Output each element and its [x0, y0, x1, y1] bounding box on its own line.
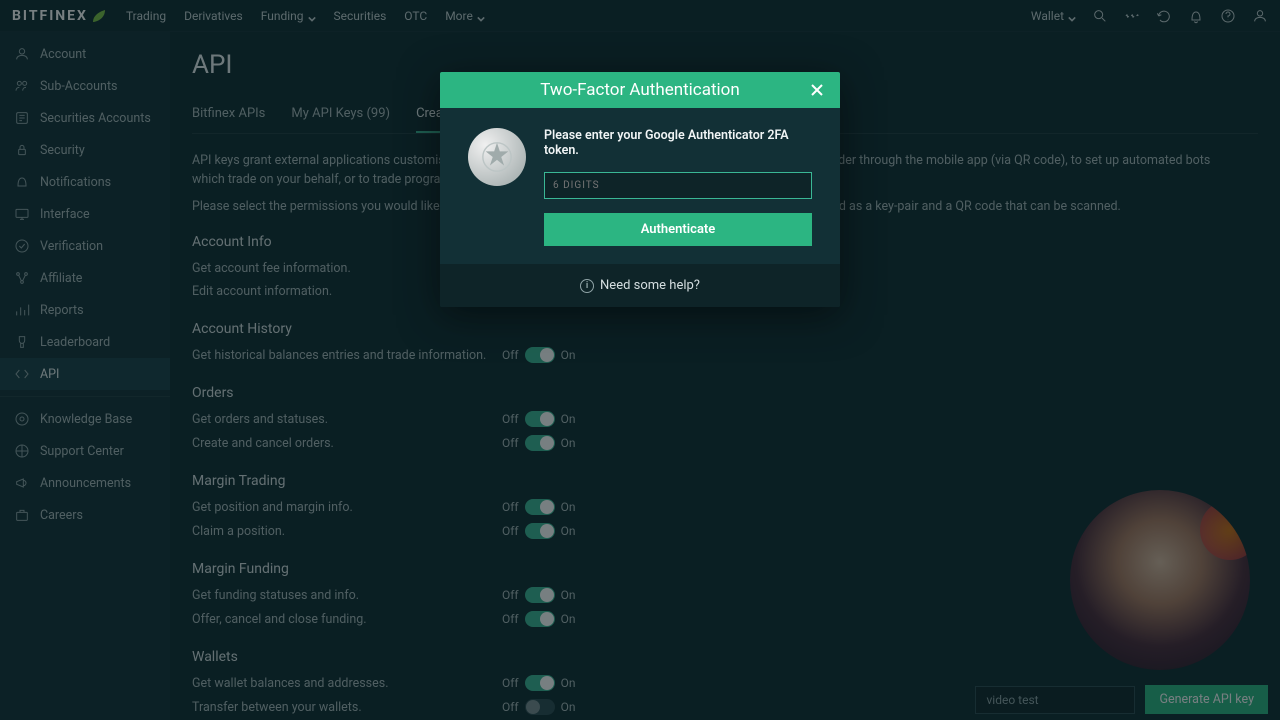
- modal-help-link[interactable]: i Need some help?: [440, 264, 840, 307]
- help-text: Need some help?: [600, 278, 700, 293]
- close-icon[interactable]: [808, 81, 826, 99]
- authenticate-button[interactable]: Authenticate: [544, 213, 812, 246]
- twofa-code-input[interactable]: [544, 172, 812, 199]
- twofa-modal: Two-Factor Authentication Please enter y…: [440, 72, 840, 307]
- modal-body: Please enter your Google Authenticator 2…: [440, 108, 840, 264]
- info-icon: i: [580, 279, 594, 293]
- modal-prompt: Please enter your Google Authenticator 2…: [544, 128, 812, 158]
- modal-title: Two-Factor Authentication: [472, 80, 808, 100]
- modal-header: Two-Factor Authentication: [440, 72, 840, 108]
- modal-backdrop[interactable]: Two-Factor Authentication Please enter y…: [0, 0, 1280, 720]
- authenticator-icon: [468, 128, 526, 186]
